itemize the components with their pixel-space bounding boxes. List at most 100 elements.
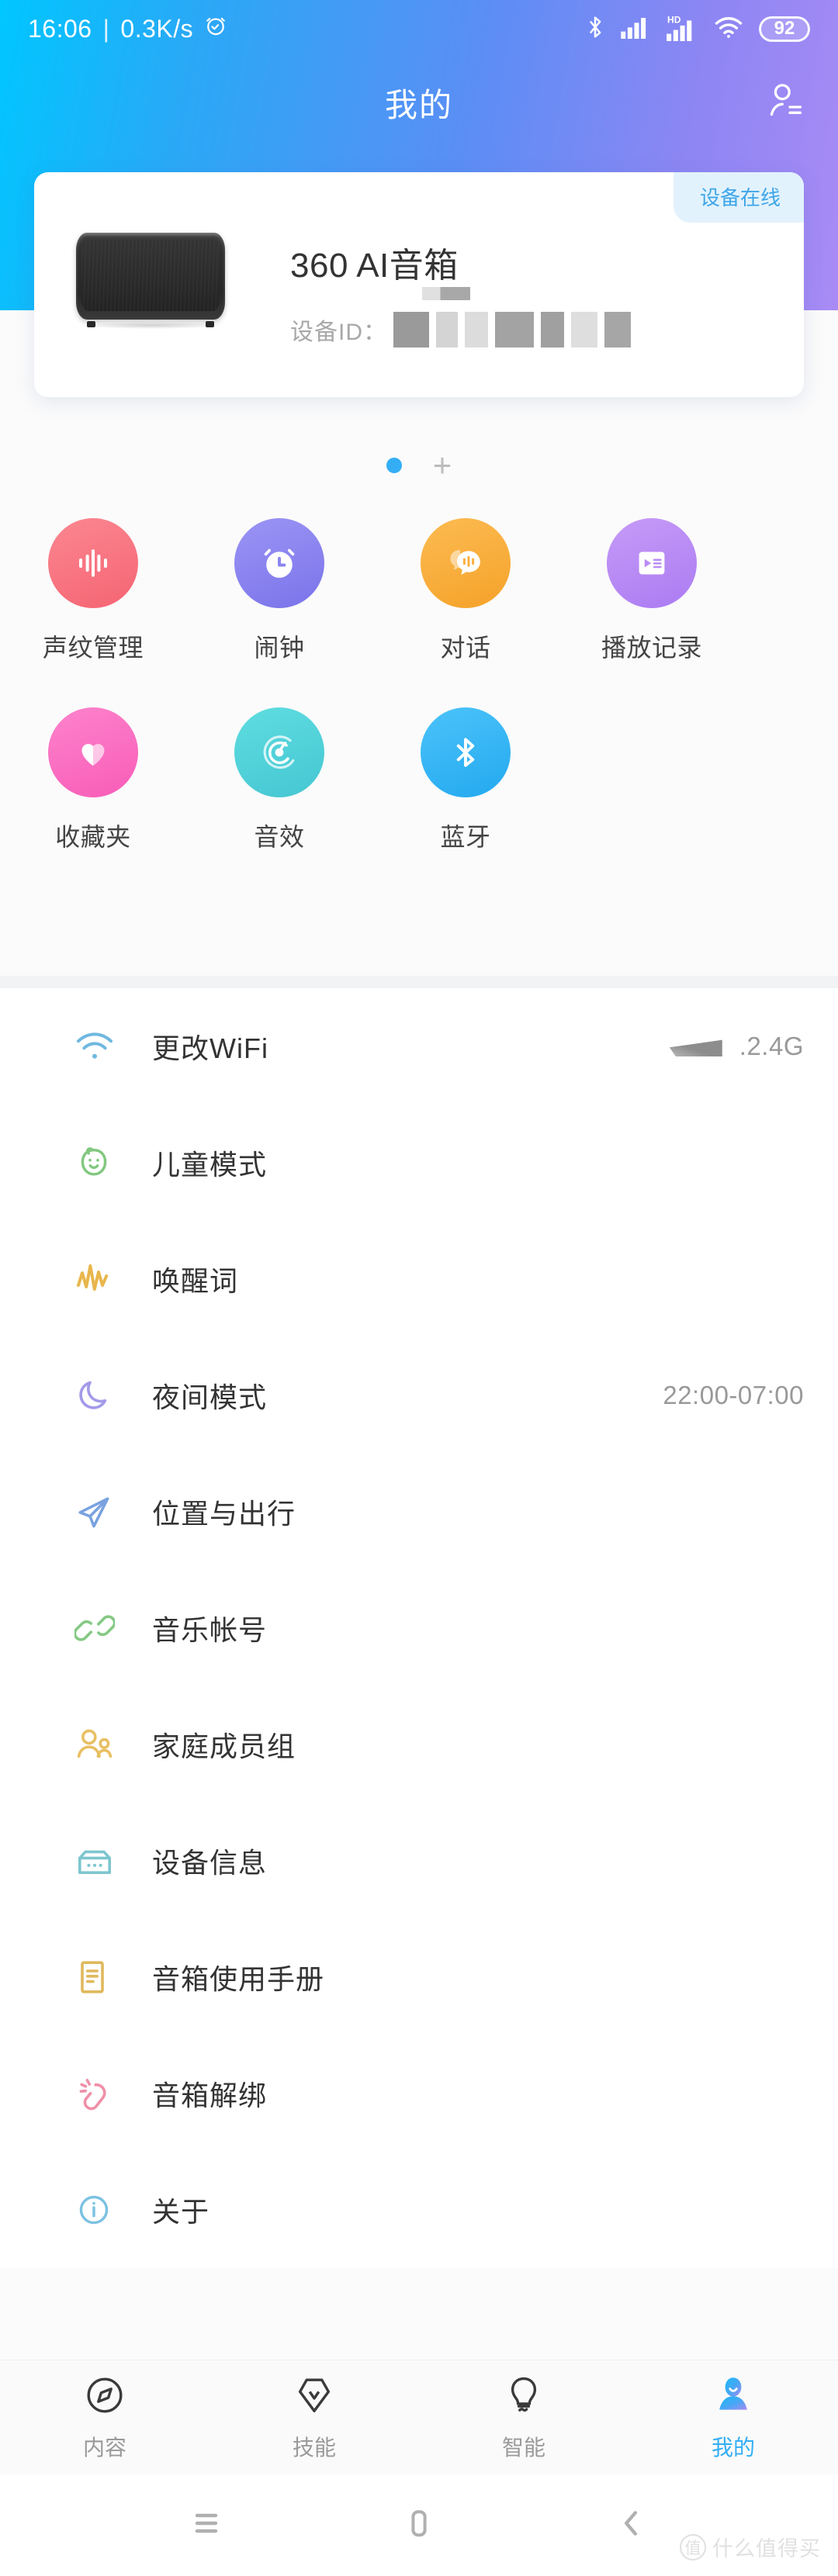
shortcut-playhistory[interactable]: 播放记录 bbox=[559, 518, 745, 664]
tab-label: 技能 bbox=[292, 2436, 336, 2460]
home-icon[interactable] bbox=[402, 2506, 436, 2544]
paper-plane-icon bbox=[74, 1492, 126, 1532]
wifi-icon bbox=[74, 1029, 126, 1064]
settings-row-musicaccount[interactable]: 音乐帐号 bbox=[0, 1570, 838, 1686]
settings-label: 音箱解绑 bbox=[152, 2080, 268, 2111]
pen-nib-icon bbox=[292, 2373, 337, 2422]
device-name: 360 AI音箱 bbox=[290, 247, 459, 285]
redaction-block bbox=[495, 312, 534, 348]
waveform-icon bbox=[74, 1261, 126, 1297]
status-separator: | bbox=[102, 14, 110, 43]
bluetooth-icon bbox=[585, 14, 605, 44]
settings-row-childmode[interactable]: 儿童模式 bbox=[0, 1105, 838, 1221]
moon-icon bbox=[74, 1376, 126, 1415]
redaction-block bbox=[571, 312, 597, 348]
shortcut-label: 音效 bbox=[254, 823, 305, 851]
shortcut-bluetooth[interactable]: 蓝牙 bbox=[372, 707, 559, 853]
settings-row-wakeword[interactable]: 唤醒词 bbox=[0, 1221, 838, 1337]
settings-row-manual[interactable]: 音箱使用手册 bbox=[0, 1919, 838, 2035]
settings-value: .2.4G bbox=[739, 1032, 804, 1060]
status-bar-right: HD 92 bbox=[585, 13, 810, 45]
status-time: 16:06 bbox=[28, 14, 92, 43]
cellular-signal-icon bbox=[621, 16, 650, 43]
unbind-icon bbox=[74, 2073, 126, 2114]
alarm-clock-icon bbox=[203, 13, 228, 44]
settings-label: 音乐帐号 bbox=[152, 1614, 268, 1646]
compass-icon bbox=[82, 2373, 127, 2422]
redaction-block bbox=[393, 312, 429, 348]
person-icon bbox=[711, 2373, 756, 2422]
redaction-block bbox=[541, 312, 564, 348]
shortcut-label: 蓝牙 bbox=[440, 823, 491, 851]
settings-row-location[interactable]: 位置与出行 bbox=[0, 1454, 838, 1570]
speaker-device-image bbox=[53, 228, 248, 329]
settings-label: 家庭成员组 bbox=[152, 1731, 296, 1762]
settings-row-familygroup[interactable]: 家庭成员组 bbox=[0, 1686, 838, 1803]
shortcut-label: 播放记录 bbox=[601, 634, 702, 662]
tab-content[interactable]: 内容 bbox=[0, 2373, 210, 2462]
tab-label: 我的 bbox=[711, 2436, 755, 2460]
pager-dot-active[interactable] bbox=[386, 458, 402, 473]
shortcut-alarm[interactable]: 闹钟 bbox=[186, 518, 372, 664]
settings-label: 夜间模式 bbox=[152, 1381, 268, 1413]
status-netspeed: 0.3K/s bbox=[120, 14, 194, 43]
shortcut-label: 闹钟 bbox=[254, 634, 305, 662]
settings-label: 唤醒词 bbox=[152, 1265, 239, 1297]
device-id-row: 设备ID： bbox=[290, 312, 638, 348]
shortcut-soundeffect[interactable]: 音效 bbox=[186, 707, 372, 853]
document-icon bbox=[74, 1957, 126, 1997]
redaction-block bbox=[604, 312, 631, 348]
settings-row-wifi[interactable]: 更改WiFi .2.4G bbox=[0, 988, 838, 1105]
battery-indicator: 92 bbox=[759, 16, 810, 42]
status-bar-left: 16:06 | 0.3K/s bbox=[28, 13, 228, 44]
settings-label: 儿童模式 bbox=[152, 1149, 268, 1181]
device-pager: + bbox=[0, 449, 838, 482]
watermark-text: 什么值得买 bbox=[712, 2537, 821, 2560]
phone-screen: 16:06 | 0.3K/s HD 92 我的 设备在线 360 AI音箱 设备… bbox=[0, 0, 838, 2576]
child-face-icon bbox=[74, 1143, 126, 1182]
settings-row-unbind[interactable]: 音箱解绑 bbox=[0, 2035, 838, 2152]
device-card[interactable]: 设备在线 360 AI音箱 设备ID： bbox=[34, 172, 804, 397]
settings-value-wrap: .2.4G bbox=[669, 1032, 804, 1061]
shortcut-chat[interactable]: 对话 bbox=[372, 518, 559, 664]
app-header: 我的 bbox=[0, 57, 838, 147]
settings-row-nightmode[interactable]: 夜间模式 22:00-07:00 bbox=[0, 1337, 838, 1454]
settings-label: 位置与出行 bbox=[152, 1498, 296, 1530]
status-badge: 设备在线 bbox=[673, 172, 804, 223]
settings-row-about[interactable]: 关于 bbox=[0, 2152, 838, 2268]
alarm-clock-icon bbox=[234, 518, 324, 608]
account-list-icon[interactable] bbox=[764, 80, 805, 126]
people-icon bbox=[74, 1726, 126, 1763]
shortcut-label: 声纹管理 bbox=[42, 634, 144, 662]
back-icon[interactable] bbox=[615, 2506, 649, 2544]
shortcut-favorites[interactable]: 收藏夹 bbox=[0, 707, 186, 853]
wifi-ssid-redaction bbox=[669, 1039, 722, 1056]
tab-smart[interactable]: 智能 bbox=[419, 2373, 628, 2462]
lightbulb-icon bbox=[501, 2373, 546, 2422]
settings-list: 更改WiFi .2.4G 儿童模式 唤醒词 夜间模式 22:00-07:00 位… bbox=[0, 988, 838, 2268]
shortcut-voiceprint[interactable]: 声纹管理 bbox=[0, 518, 186, 664]
heart-icon bbox=[48, 707, 138, 797]
tab-skills[interactable]: 技能 bbox=[210, 2373, 419, 2462]
settings-row-deviceinfo[interactable]: 设备信息 bbox=[0, 1803, 838, 1919]
page-title: 我的 bbox=[384, 86, 453, 123]
settings-label: 关于 bbox=[152, 2196, 210, 2228]
status-bar: 16:06 | 0.3K/s HD 92 bbox=[0, 0, 838, 57]
menu-icon[interactable] bbox=[189, 2506, 223, 2544]
shortcut-row-1: 声纹管理 闹钟 对话 播放记录 bbox=[0, 518, 838, 664]
add-device-button[interactable]: + bbox=[433, 449, 452, 482]
tab-mine[interactable]: 我的 bbox=[628, 2373, 838, 2462]
svg-text:HD: HD bbox=[667, 14, 681, 25]
sound-effect-icon bbox=[234, 707, 324, 797]
shortcut-label: 对话 bbox=[440, 634, 491, 662]
tab-label: 内容 bbox=[82, 2436, 126, 2460]
bluetooth-icon bbox=[421, 707, 511, 797]
settings-value: 22:00-07:00 bbox=[663, 1381, 804, 1409]
link-icon bbox=[74, 1608, 126, 1648]
playlist-icon bbox=[607, 518, 697, 608]
redaction-block bbox=[465, 312, 488, 348]
settings-label: 音箱使用手册 bbox=[152, 1963, 325, 1995]
device-subtitle-redaction bbox=[422, 287, 470, 300]
android-navigation-bar: 值 什么值得买 bbox=[0, 2474, 838, 2576]
shortcut-grid: 声纹管理 闹钟 对话 播放记录 收藏夹 音效 蓝牙 bbox=[0, 518, 838, 853]
